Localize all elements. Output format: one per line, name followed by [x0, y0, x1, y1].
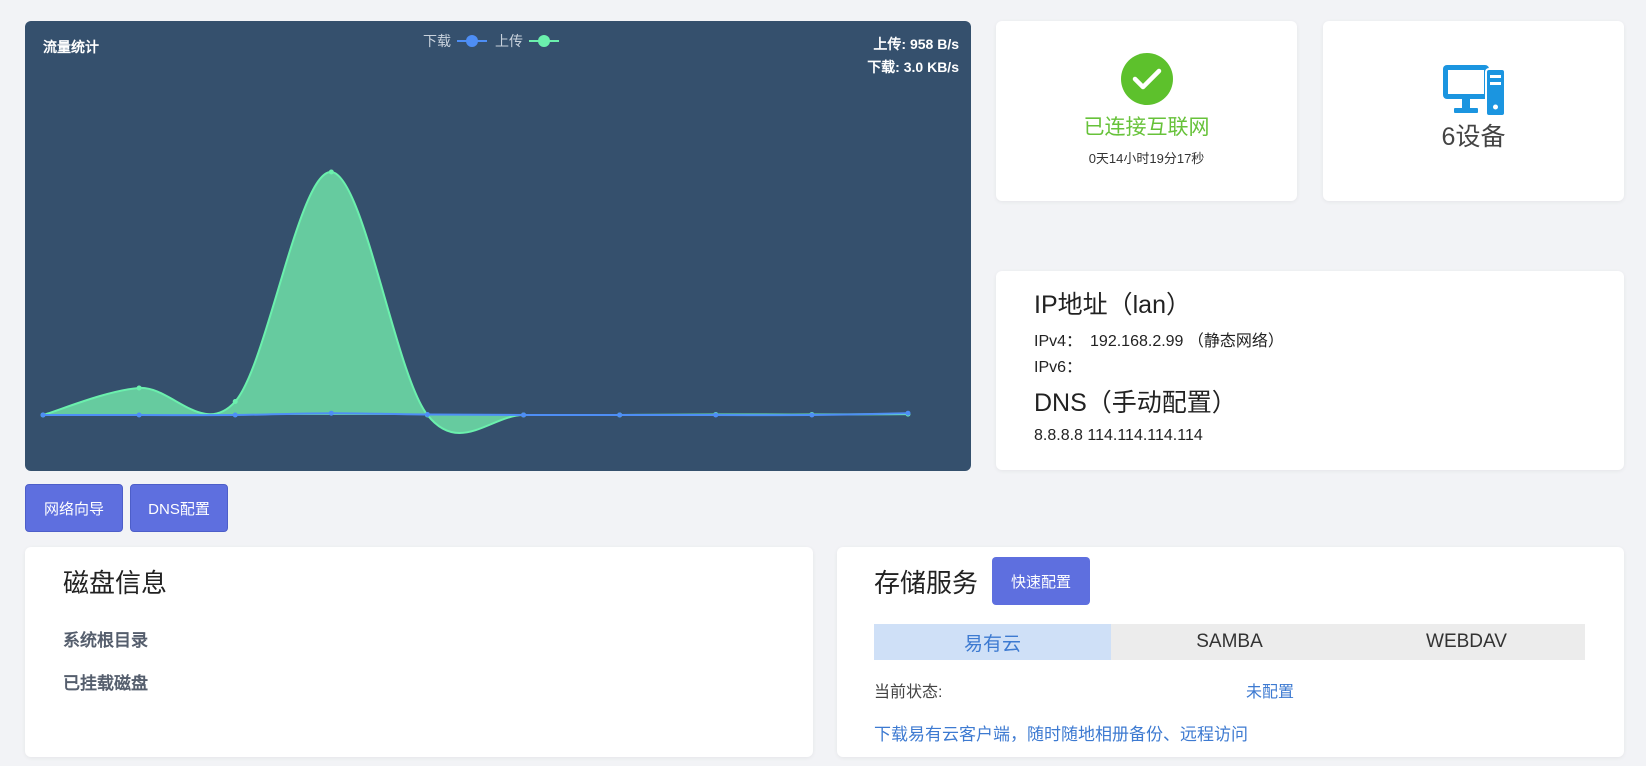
tab-samba[interactable]: SAMBA — [1111, 624, 1348, 660]
disk-title: 磁盘信息 — [63, 568, 168, 598]
status-label: 当前状态: — [874, 684, 943, 701]
internet-status-card: 已连接互联网 0天14小时19分17秒 — [996, 21, 1297, 201]
traffic-title: 流量统计 — [43, 39, 99, 55]
upload-area — [43, 171, 908, 433]
download-point[interactable] — [136, 412, 142, 418]
quick-config-button[interactable]: 快速配置 — [992, 557, 1091, 605]
devices-card[interactable]: 6设备 — [1323, 21, 1624, 201]
traffic-rates: 上传: 958 B/s 下载: 3.0 KB/s — [867, 33, 959, 79]
uptime-text: 0天14小时19分17秒 — [1088, 151, 1205, 166]
upload-point[interactable] — [136, 385, 142, 391]
upload-point[interactable] — [232, 399, 238, 404]
traffic-chart — [40, 169, 911, 434]
tab-webdav[interactable]: WEBDAV — [1348, 624, 1585, 660]
network-wizard-button[interactable]: 网络向导 — [25, 484, 123, 532]
dns-value: 8.8.8.8 114.114.114.114 — [1034, 427, 1203, 444]
ipv6-label: IPv6： — [1034, 359, 1083, 376]
download-point[interactable] — [809, 412, 815, 418]
ipv4-line: IPv4： 192.168.2.99 （静态网络） — [1034, 327, 1586, 351]
storage-service-card: 存储服务 快速配置 易有云 SAMBA WEBDAV 当前状态: 未配置 下载易… — [837, 547, 1624, 757]
ip-title: IP地址（lan） — [1034, 291, 1191, 319]
upload-series-line — [42, 170, 909, 434]
internet-status-text: 已连接互联网 — [1083, 116, 1210, 139]
download-point[interactable] — [328, 410, 334, 416]
legend-upload-marker — [529, 34, 559, 48]
legend-upload-label: 上传 — [495, 33, 523, 49]
devices-count: 6设备 — [1441, 123, 1506, 151]
download-point[interactable] — [40, 412, 46, 418]
check-circle-icon — [1120, 53, 1173, 105]
download-point[interactable] — [905, 410, 911, 416]
download-point[interactable] — [617, 412, 623, 418]
disk-item-root[interactable]: 系统根目录 — [63, 626, 775, 651]
chart-legend: 下载 上传 — [423, 31, 559, 51]
traffic-chart-panel: 流量统计 下载 上传 上传: 958 B/s 下载: 3.0 KB/s — [25, 21, 971, 471]
ip-address-card: IP地址（lan） IPv4： 192.168.2.99 （静态网络） IPv6：… — [996, 271, 1624, 470]
disk-item-mounted[interactable]: 已挂载磁盘 — [63, 669, 775, 694]
storage-title: 存储服务 — [874, 567, 979, 598]
download-client-link[interactable]: 下载易有云客户端，随时随地相册备份、远程访问 — [874, 720, 1587, 745]
legend-download[interactable]: 下载 — [423, 31, 487, 51]
upload-point[interactable] — [328, 169, 334, 175]
download-rate: 下载: 3.0 KB/s — [867, 59, 959, 75]
storage-tabs: 易有云 SAMBA WEBDAV — [874, 624, 1585, 660]
upload-rate: 上传: 958 B/s — [873, 36, 959, 52]
monitor-icon — [1442, 63, 1506, 117]
download-point[interactable] — [521, 412, 527, 418]
ipv4-value: 192.168.2.99 （静态网络） — [1090, 333, 1284, 350]
disk-info-card: 磁盘信息 系统根目录 已挂载磁盘 — [25, 547, 813, 757]
status-value[interactable]: 未配置 — [1246, 678, 1294, 702]
ipv4-label: IPv4： — [1034, 333, 1083, 350]
dns-title: DNS（手动配置） — [1034, 389, 1237, 417]
legend-download-label: 下载 — [423, 33, 451, 49]
legend-download-marker — [457, 34, 487, 48]
dns-config-button[interactable]: DNS配置 — [130, 484, 228, 532]
download-point[interactable] — [424, 412, 430, 418]
download-point[interactable] — [713, 412, 719, 418]
legend-upload[interactable]: 上传 — [495, 31, 559, 51]
download-point[interactable] — [232, 412, 238, 418]
tab-yiyouyun[interactable]: 易有云 — [874, 624, 1111, 660]
